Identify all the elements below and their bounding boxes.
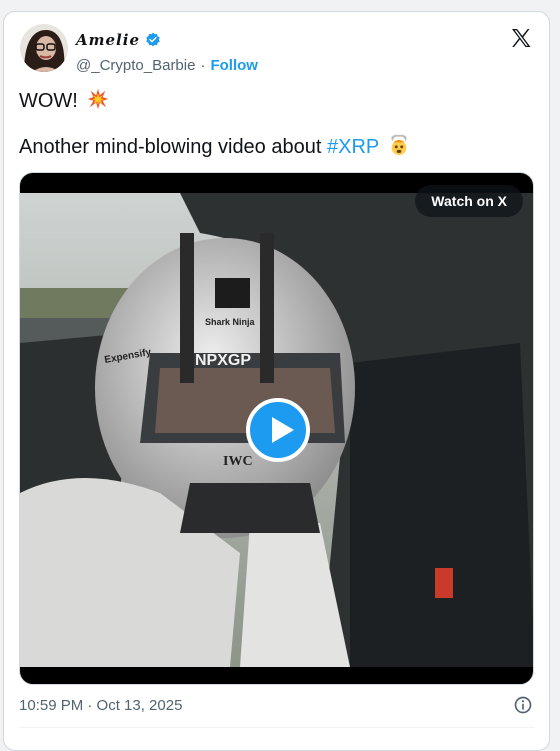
tweet-card[interactable]: Amelie @_Crypto_Barbie · Follow WOW! Ano… xyxy=(3,11,550,751)
tweet-text-line2: Another mind-blowing video about #XRP xyxy=(19,134,410,159)
watch-on-x-button[interactable]: Watch on X xyxy=(415,185,523,217)
tweet-body-text: Another mind-blowing video about xyxy=(19,136,322,158)
helmet-sponsor-iwc: IWC xyxy=(223,454,253,469)
tweet-wow-text: WOW! xyxy=(19,90,78,112)
hashtag-link[interactable]: #XRP xyxy=(327,136,379,158)
display-name[interactable]: Amelie xyxy=(76,31,140,49)
collision-emoji xyxy=(88,88,109,110)
exploding-head-emoji xyxy=(391,134,408,156)
handle[interactable]: @_Crypto_Barbie xyxy=(76,57,195,74)
info-icon[interactable] xyxy=(513,695,533,715)
tweet-text-line1: WOW! xyxy=(19,88,109,113)
x-logo-icon[interactable] xyxy=(509,26,533,50)
helmet-logo-npxgp: NPXGP xyxy=(195,352,251,369)
helmet-sponsor-sharkninja: Shark Ninja xyxy=(205,317,256,327)
avatar[interactable] xyxy=(20,24,68,72)
separator-dot: · xyxy=(200,57,206,74)
play-icon[interactable] xyxy=(246,398,310,462)
follow-button[interactable]: Follow xyxy=(210,57,258,74)
author-block: Amelie @_Crypto_Barbie · Follow xyxy=(76,30,258,74)
timestamp[interactable]: 10:59 PM · Oct 13, 2025 xyxy=(19,697,182,714)
divider xyxy=(19,727,534,728)
verified-badge-icon xyxy=(146,32,160,47)
video-player[interactable]: Shark Ninja Expensify NPXGP IWC Watch on… xyxy=(19,172,534,685)
